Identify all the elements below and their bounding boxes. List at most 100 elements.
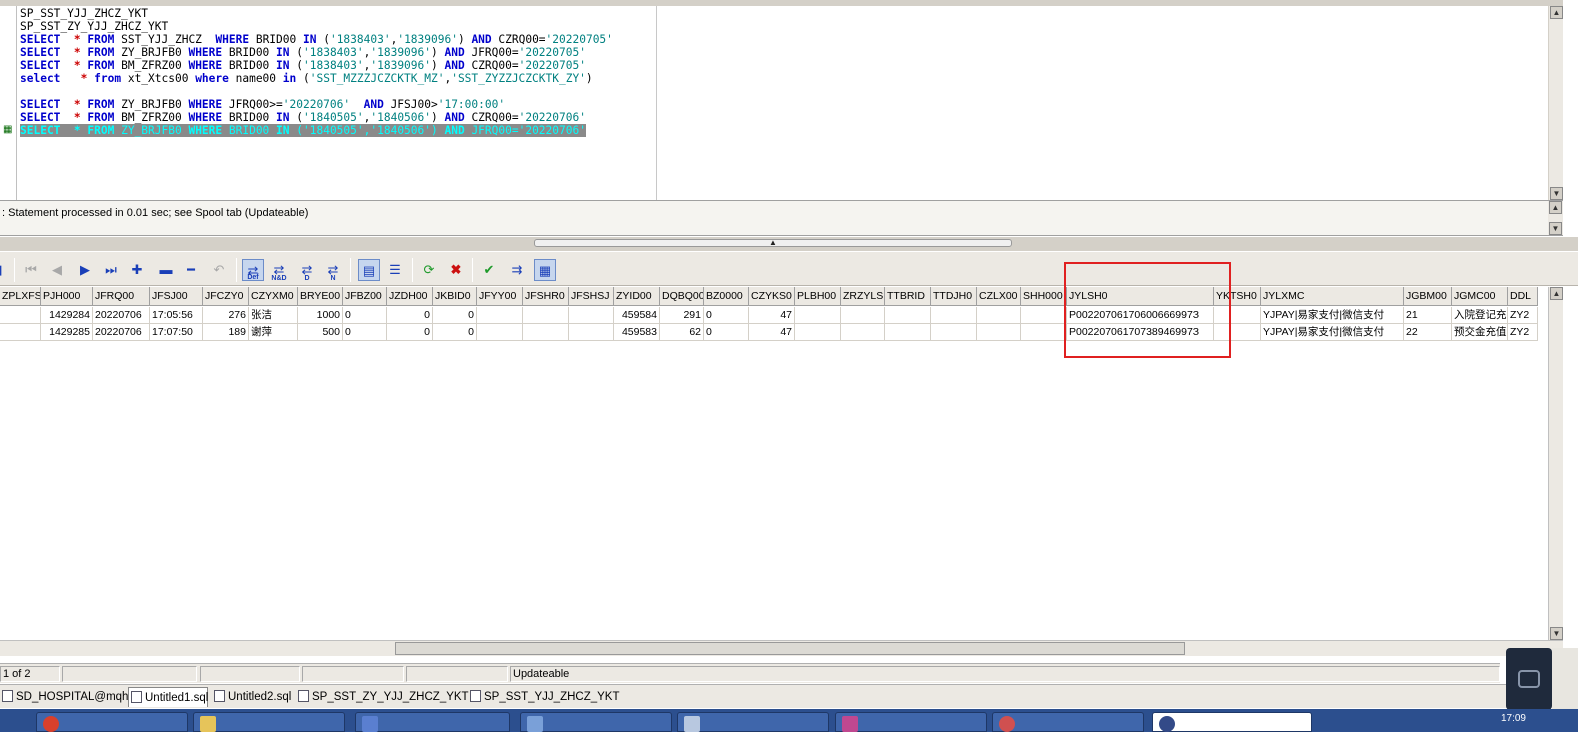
table-row[interactable]: 1429285 20220706 17:07:50 189 谢萍 500 0 0 0 459583…	[0, 324, 1538, 341]
table-cell[interactable]: 47	[749, 307, 795, 324]
table-cell[interactable]: 入院登记充	[1452, 307, 1508, 324]
grid-menu-icon[interactable]: ▮	[0, 259, 10, 281]
column-header-shh000[interactable]: SHH000	[1021, 287, 1067, 306]
column-header-jfshr0[interactable]: JFSHR0	[523, 287, 569, 306]
table-cell[interactable]	[1021, 307, 1067, 324]
window-tab[interactable]: Untitled2.sql	[212, 687, 292, 707]
column-header-czyks0[interactable]: CZYKS0	[749, 287, 795, 306]
n-query-button[interactable]: ⇄ N	[322, 259, 344, 282]
table-cell[interactable]: 276	[203, 307, 249, 324]
column-header-jfshsj[interactable]: JFSHSJ	[569, 287, 614, 306]
table-cell[interactable]	[1214, 307, 1261, 324]
table-cell[interactable]: 0	[704, 324, 749, 341]
floating-widget[interactable]	[1506, 648, 1552, 710]
grid-vertical-scrollbar[interactable]: ▲ ▼	[1548, 287, 1563, 640]
next-record-icon[interactable]: ▶	[74, 259, 96, 281]
taskbar-app-active[interactable]	[1152, 712, 1312, 732]
table-cell[interactable]	[977, 324, 1021, 341]
column-header-jgbm00[interactable]: JGBM00	[1404, 287, 1452, 306]
table-cell[interactable]	[0, 307, 41, 324]
d-query-button[interactable]: ⇄ D	[296, 259, 318, 282]
column-header-pjh000[interactable]: PJH000	[41, 287, 93, 306]
column-header-ttdjh0[interactable]: TTDJH0	[931, 287, 977, 306]
column-header-jzdh00[interactable]: JZDH00	[387, 287, 433, 306]
taskbar-app-doc[interactable]	[677, 712, 829, 732]
sql-line[interactable]: SELECT * FROM ZY_BRJFB0 WHERE JFRQ00>='2…	[20, 98, 613, 111]
table-cell[interactable]: YJPAY|易家支付|微信支付	[1261, 307, 1404, 324]
window-tab[interactable]: SP_SST_ZY_YJJ_ZHCZ_YKT	[296, 687, 469, 707]
export-icon[interactable]: ⇉	[506, 259, 528, 281]
column-header-plbh00[interactable]: PLBH00	[795, 287, 841, 306]
refresh-icon[interactable]: ⟳	[418, 259, 440, 281]
status-scroll-down-icon[interactable]: ▼	[1549, 222, 1562, 235]
column-header-jfbz00[interactable]: JFBZ00	[343, 287, 387, 306]
table-cell[interactable]: 20220706	[93, 324, 150, 341]
table-cell[interactable]	[569, 324, 614, 341]
column-header-dqbq00[interactable]: DQBQ00	[660, 287, 704, 306]
last-record-icon[interactable]: ⏭	[100, 259, 122, 281]
table-cell[interactable]: 47	[749, 324, 795, 341]
grid-view-icon[interactable]: ▤	[358, 259, 380, 281]
sql-editor[interactable]: ▦ SP_SST_YJJ_ZHCZ_YKT SP_SST_ZY_YJJ_ZHCZ_…	[0, 0, 1563, 200]
form-view-icon[interactable]: ☰	[384, 259, 406, 281]
table-cell[interactable]: ZY2	[1508, 307, 1538, 324]
table-cell[interactable]: ZY2	[1508, 324, 1538, 341]
table-cell[interactable]	[841, 307, 885, 324]
column-header-jgmc00[interactable]: JGMC00	[1452, 287, 1508, 306]
table-cell[interactable]	[569, 307, 614, 324]
cancel-icon[interactable]: ✖	[445, 259, 467, 281]
column-header-zplxfs[interactable]: ZPLXFS	[0, 287, 41, 306]
column-header-brye00[interactable]: BRYE00	[298, 287, 343, 306]
insert-record-icon[interactable]: ✚	[126, 259, 148, 281]
table-cell[interactable]: 0	[433, 307, 477, 324]
column-header-jylxmc[interactable]: JYLXMC	[1261, 287, 1404, 306]
table-cell[interactable]: YJPAY|易家支付|微信支付	[1261, 324, 1404, 341]
taskbar-app-sql[interactable]	[355, 712, 510, 732]
scroll-up-arrow-icon[interactable]: ▲	[1550, 6, 1563, 19]
column-header-jylsh0[interactable]: JYLSH0	[1067, 287, 1214, 306]
table-cell[interactable]: 0	[433, 324, 477, 341]
table-cell[interactable]	[477, 307, 523, 324]
table-cell[interactable]	[523, 324, 569, 341]
status-scrollbar[interactable]: ▲ ▼	[1548, 201, 1563, 235]
table-cell[interactable]: 0	[343, 324, 387, 341]
table-cell[interactable]: 17:07:50	[150, 324, 203, 341]
def-query-button[interactable]: ⇄ Def	[242, 259, 264, 281]
table-cell[interactable]: 0	[387, 307, 433, 324]
results-grid[interactable]: ZPLXFS PJH000 JFRQ00 JFSJ00 JFCZY0 CZYXM0 BRYE…	[0, 287, 1563, 640]
sql-line[interactable]: SELECT * FROM SST_YJJ_ZHCZ WHERE BRID00 …	[20, 33, 613, 46]
table-cell[interactable]: 500	[298, 324, 343, 341]
grid-scroll-down-icon[interactable]: ▼	[1550, 627, 1563, 640]
sql-line[interactable]: SELECT * FROM BM_ZFRZ00 WHERE BRID00 IN …	[20, 111, 613, 124]
table-cell[interactable]: 1000	[298, 307, 343, 324]
nd-query-button[interactable]: ⇄ N&D	[268, 259, 290, 282]
edit-record-icon[interactable]: ▬	[155, 259, 177, 281]
taskbar-app-browser[interactable]	[36, 712, 188, 732]
table-cell[interactable]: 291	[660, 307, 704, 324]
table-cell[interactable]	[1021, 324, 1067, 341]
scroll-down-arrow-icon[interactable]: ▼	[1550, 187, 1563, 200]
sql-line[interactable]: select * from xt_Xtcs00 where name00 in …	[20, 72, 613, 85]
status-scroll-up-icon[interactable]: ▲	[1549, 201, 1562, 214]
sql-line[interactable]: SELECT * FROM ZY_BRJFB0 WHERE BRID00 IN …	[20, 46, 613, 59]
horizontal-scroll-thumb[interactable]	[395, 642, 1185, 655]
table-cell[interactable]	[931, 307, 977, 324]
taskbar-app-folder[interactable]	[193, 712, 345, 732]
delete-record-icon[interactable]: ━	[180, 259, 202, 281]
table-cell[interactable]	[885, 307, 931, 324]
taskbar-app-db[interactable]	[835, 712, 987, 732]
table-cell[interactable]: 62	[660, 324, 704, 341]
column-header-jfyy00[interactable]: JFYY00	[477, 287, 523, 306]
table-cell[interactable]	[795, 324, 841, 341]
table-cell[interactable]: 21	[1404, 307, 1452, 324]
grid-horizontal-scrollbar[interactable]	[0, 640, 1563, 656]
table-cell[interactable]: 1429284	[41, 307, 93, 324]
window-tab[interactable]: SD_HOSPITAL@mqhis	[0, 687, 137, 707]
column-header-zyid00[interactable]: ZYID00	[614, 287, 660, 306]
column-header-ddl[interactable]: DDL	[1508, 287, 1538, 306]
taskbar-app-other[interactable]	[992, 712, 1144, 732]
sql-line[interactable]	[20, 85, 613, 98]
table-cell[interactable]: 0	[343, 307, 387, 324]
table-cell[interactable]	[795, 307, 841, 324]
table-cell[interactable]	[477, 324, 523, 341]
